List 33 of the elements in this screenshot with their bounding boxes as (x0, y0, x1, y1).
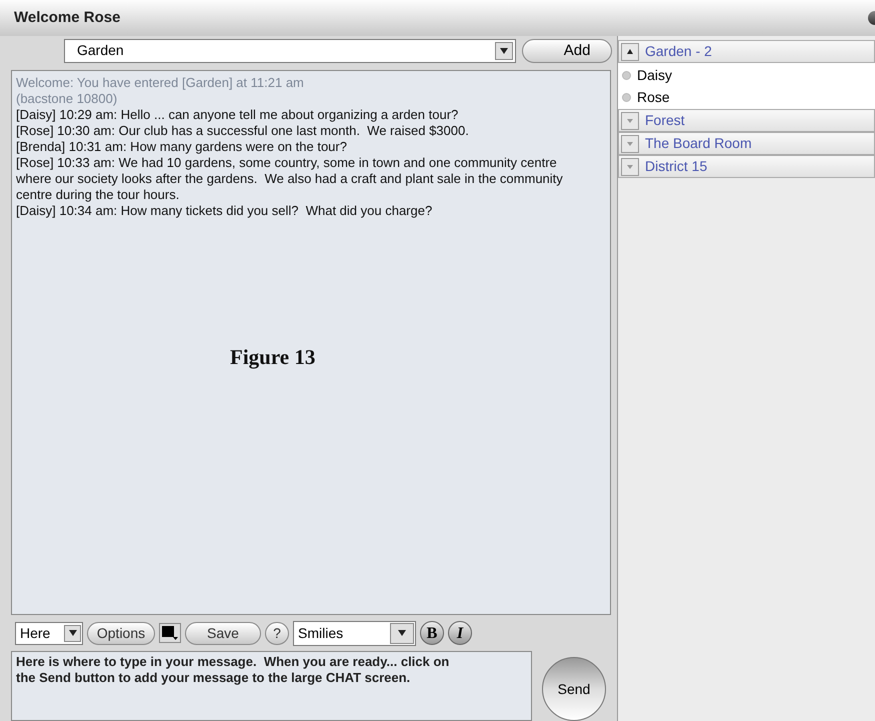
save-button[interactable]: Save (185, 622, 261, 645)
send-button[interactable]: Send (542, 657, 606, 721)
user-name[interactable]: Rose (637, 86, 670, 108)
room-header[interactable]: The Board Room (618, 132, 875, 155)
message-field[interactable]: Here is where to type in your message. When you are ready... click on the Send button to add your message to the large CHAT screen. (11, 651, 532, 721)
window-title: Welcome Rose (14, 8, 120, 28)
caret-icon (495, 42, 514, 60)
help-button[interactable]: ? (265, 622, 289, 645)
add-button[interactable]: Add (522, 38, 612, 63)
italic-button[interactable]: I (448, 621, 472, 646)
system-message: (bacstone 10800) (16, 90, 118, 107)
system-message: Welcome: You have entered [Garden] at 11:21 am (16, 74, 305, 91)
expand-icon (621, 158, 639, 176)
smilies-dropdown[interactable]: Smilies (293, 620, 416, 646)
chat-message: [Daisy] 10:34 am: How many tickets did you sell? What did you charge? (16, 202, 434, 219)
bold-button[interactable]: B (420, 621, 444, 646)
room-header[interactable]: District 15 (618, 155, 875, 178)
expand-icon (621, 112, 639, 130)
collapse-icon (621, 42, 639, 60)
caret-icon (64, 624, 81, 642)
room-dropdown[interactable]: Garden (64, 38, 516, 63)
user-name[interactable]: Daisy (637, 64, 672, 86)
chat-message: [Brenda] 10:31 am: How many gardens were on the tour? (16, 138, 348, 155)
chat-message: [Daisy] 10:29 am: Hello ... can anyone tell me about organizing a arden tour? (16, 106, 460, 123)
color-picker[interactable] (159, 623, 181, 644)
chat-message: [Rose] 10:30 am: Our club has a successful one last month. We raised $3000. (16, 122, 470, 139)
expand-icon (621, 134, 639, 152)
chat-message: [Rose] 10:33 am: We had 10 gardens, some country, some in town and one community centre where our society looks after the gardens. We also had a craft and plant sale in the community centre during the tour hours. (16, 154, 564, 203)
room-header[interactable]: Garden - 2 (618, 40, 875, 63)
target-dropdown[interactable]: Here (15, 622, 83, 645)
caret-icon (390, 622, 414, 644)
options-button[interactable]: Options (87, 622, 155, 645)
room-header[interactable]: Forest (618, 109, 875, 132)
